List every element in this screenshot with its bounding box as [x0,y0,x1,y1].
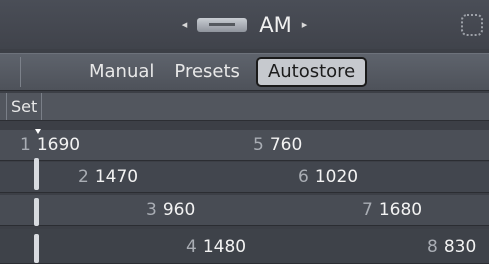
header-bar: ◂ AM ▸ [0,0,489,49]
preset-8[interactable]: 8 830 [427,237,476,257]
preset-frequency: 1680 [378,200,423,220]
right-arrow-icon[interactable]: ▸ [302,18,308,31]
preset-2[interactable]: 2 1470 [78,167,138,187]
preset-3[interactable]: 3 960 [146,200,195,220]
preset-frequency: 830 [443,237,477,257]
set-row: Set [0,93,489,121]
preset-frequency: 960 [162,200,196,220]
preset-number: 7 [362,200,373,220]
preset-number: 3 [146,200,157,220]
left-arrow-icon[interactable]: ◂ [182,18,188,31]
preset-row: 3 960 7 1680 [0,195,489,226]
preset-number: 1 [20,135,31,155]
scroll-guide [34,198,39,226]
preset-number: 8 [427,237,438,257]
preset-6[interactable]: 6 1020 [298,167,358,187]
preset-frequency: 1020 [314,167,359,187]
scroll-guide [34,234,39,263]
preset-row: 4 1480 8 830 [0,229,489,264]
cursor-marker-icon [35,129,41,134]
scroll-guide [34,158,39,190]
preset-4[interactable]: 4 1480 [186,237,246,257]
tab-bar: Manual Presets Autostore [0,53,489,91]
tab-divider [6,57,21,87]
preset-number: 2 [78,167,89,187]
preset-7[interactable]: 7 1680 [362,200,422,220]
preset-number: 4 [186,237,197,257]
preset-frequency: 760 [269,135,303,155]
preset-row: 2 1470 6 1020 [0,162,489,193]
band-label: AM [259,12,292,37]
tab-manual[interactable]: Manual [79,59,164,85]
preset-frequency: 1690 [36,135,81,155]
preset-frequency: 1470 [94,167,139,187]
preset-row: 1 1690 5 760 [0,130,489,161]
radio-screen: ◂ AM ▸ Manual Presets Autostore Set 1 169… [0,0,489,264]
tab-autostore[interactable]: Autostore [255,57,368,87]
menu-icon[interactable] [461,14,483,36]
preset-1[interactable]: 1 1690 [20,135,80,155]
preset-frequency: 1480 [202,237,247,257]
radio-icon [197,17,248,32]
tab-presets[interactable]: Presets [164,59,250,85]
set-button[interactable]: Set [6,93,43,120]
preset-5[interactable]: 5 760 [253,135,302,155]
preset-number: 5 [253,135,264,155]
preset-number: 6 [298,167,309,187]
